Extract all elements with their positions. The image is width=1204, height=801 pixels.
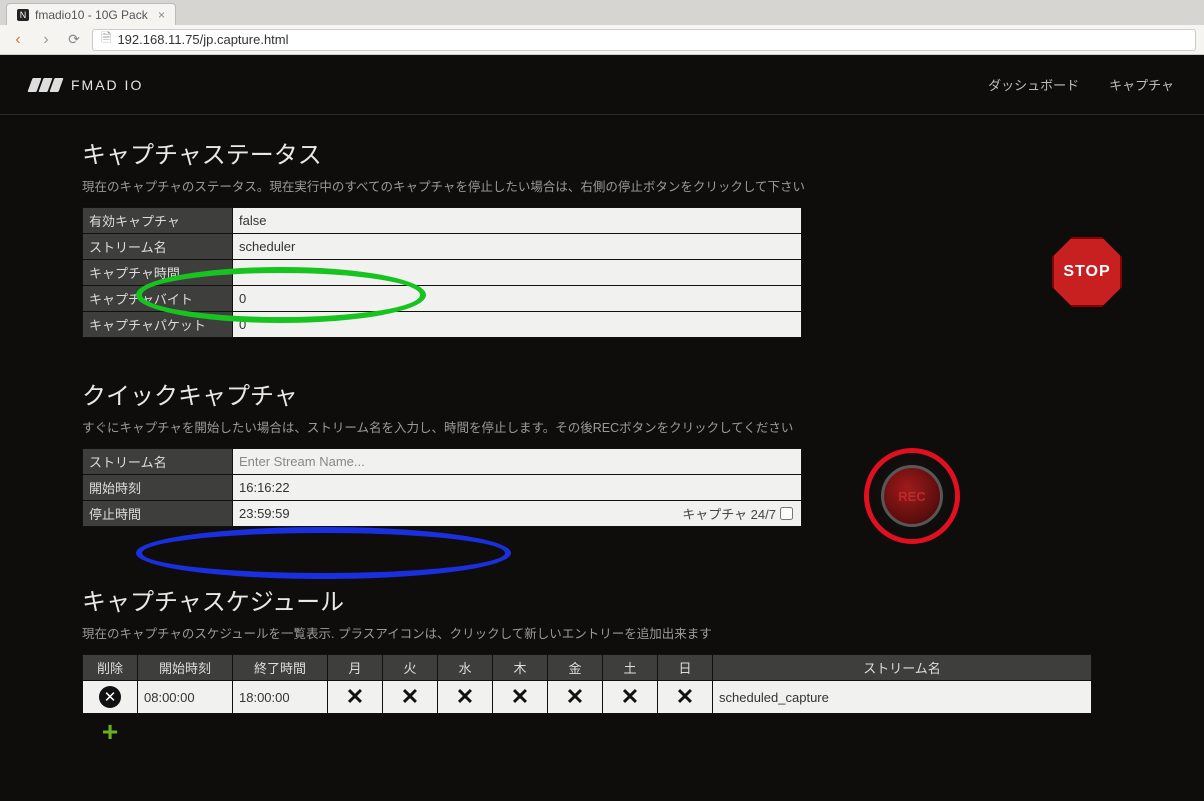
hdr-start: 開始時刻 [138,655,233,681]
hdr-name: ストリーム名 [713,655,1092,681]
rec-button-wrap: REC [864,448,960,544]
schedule-row: ✕ 08:00:00 18:00:00 ✕ ✕ ✕ ✕ ✕ ✕ ✕ schedu… [83,681,1092,714]
quick-stop-value[interactable]: 23:59:59 キャプチャ 24/7 [233,501,802,527]
brand-text: FMAD IO [71,77,143,93]
nav-links: ダッシュボード キャプチャ [988,75,1174,94]
browser-chrome: N fmadio10 - 10G Pack × ‹ › ⟳ 🗎 192.168.… [0,0,1204,55]
section-quick-capture: クイックキャプチャ すぐにキャプチャを開始したい場合は、ストリーム名を入力し、時… [82,376,1122,544]
row-end[interactable]: 18:00:00 [233,681,328,714]
quick-start-label: 開始時刻 [83,475,233,501]
logo-mark-icon [30,78,61,92]
address-url: 192.168.11.75/jp.capture.html [117,32,288,47]
forward-button[interactable]: › [36,30,56,50]
day-sun-toggle[interactable]: ✕ [676,684,694,709]
status-time-value [233,260,802,286]
schedule-table: 削除 開始時刻 終了時間 月 火 水 木 金 土 日 ストリーム名 ✕ 08:0… [82,654,1092,748]
day-fri-toggle[interactable]: ✕ [566,684,584,709]
schedule-desc: 現在のキャプチャのスケジュールを一覧表示. プラスアイコンは、クリックして新しい… [82,623,1122,642]
capture-247-label: キャプチャ 24/7 [682,504,776,523]
capture-247-checkbox[interactable] [780,507,793,520]
status-stream-value: scheduler [233,234,802,260]
section-capture-status: キャプチャステータス 現在のキャプチャのステータス。現在実行中のすべてのキャプチ… [82,135,1122,338]
status-enabled-value: false [233,208,802,234]
quick-stop-label: 停止時間 [83,501,233,527]
nav-dashboard[interactable]: ダッシュボード [988,75,1079,94]
day-sat-toggle[interactable]: ✕ [621,684,639,709]
day-tue-toggle[interactable]: ✕ [401,684,419,709]
status-packets-value: 0 [233,312,802,338]
status-desc: 現在のキャプチャのステータス。現在実行中のすべてのキャプチャを停止したい場合は、… [82,176,1122,195]
quick-table: ストリーム名 開始時刻 16:16:22 停止時間 23:59:59 [82,448,802,527]
hdr-delete: 削除 [83,655,138,681]
hdr-wed: 水 [438,655,493,681]
status-bytes-value: 0 [233,286,802,312]
document-icon: 🗎 [101,29,111,51]
row-stream-name[interactable]: scheduled_capture [713,681,1092,714]
quick-start-value[interactable]: 16:16:22 [233,475,802,501]
delete-row-icon[interactable]: ✕ [99,686,121,708]
quick-title: クイックキャプチャ [82,376,1122,411]
page-header: FMAD IO ダッシュボード キャプチャ [0,55,1204,115]
section-schedule: キャプチャスケジュール 現在のキャプチャのスケジュールを一覧表示. プラスアイコ… [82,582,1122,748]
reload-button[interactable]: ⟳ [64,30,84,50]
app-page: FMAD IO ダッシュボード キャプチャ キャプチャステータス 現在のキャプチ… [0,55,1204,801]
status-table: 有効キャプチャ false ストリーム名 scheduler キャプチャ時間 キ… [82,207,802,338]
hdr-sat: 土 [603,655,658,681]
status-stream-label: ストリーム名 [83,234,233,260]
favicon-icon: N [17,9,29,21]
day-mon-toggle[interactable]: ✕ [346,684,364,709]
stream-name-input[interactable] [239,454,795,469]
status-enabled-label: 有効キャプチャ [83,208,233,234]
quick-desc: すぐにキャプチャを開始したい場合は、ストリーム名を入力し、時間を停止します。その… [82,417,1122,436]
status-packets-label: キャプチャパケット [83,312,233,338]
address-row: ‹ › ⟳ 🗎 192.168.11.75/jp.capture.html [0,25,1204,55]
address-bar[interactable]: 🗎 192.168.11.75/jp.capture.html [92,29,1196,51]
day-wed-toggle[interactable]: ✕ [456,684,474,709]
day-thu-toggle[interactable]: ✕ [511,684,529,709]
hdr-fri: 金 [548,655,603,681]
hdr-mon: 月 [328,655,383,681]
quick-stream-label: ストリーム名 [83,449,233,475]
nav-capture[interactable]: キャプチャ [1109,75,1174,94]
schedule-title: キャプチャスケジュール [82,582,1122,617]
status-bytes-label: キャプチャバイト [83,286,233,312]
row-start[interactable]: 08:00:00 [138,681,233,714]
hdr-sun: 日 [658,655,713,681]
brand-logo[interactable]: FMAD IO [30,77,143,93]
hdr-end: 終了時間 [233,655,328,681]
tab-row: N fmadio10 - 10G Pack × [0,0,1204,25]
status-title: キャプチャステータス [82,135,1122,170]
stop-button[interactable]: STOP [1052,237,1122,307]
close-icon[interactable]: × [158,8,165,22]
hdr-tue: 火 [383,655,438,681]
add-row-icon[interactable]: + [98,720,122,744]
hdr-thu: 木 [493,655,548,681]
browser-tab[interactable]: N fmadio10 - 10G Pack × [6,3,176,25]
tab-title: fmadio10 - 10G Pack [35,8,148,22]
status-time-label: キャプチャ時間 [83,260,233,286]
back-button[interactable]: ‹ [8,30,28,50]
